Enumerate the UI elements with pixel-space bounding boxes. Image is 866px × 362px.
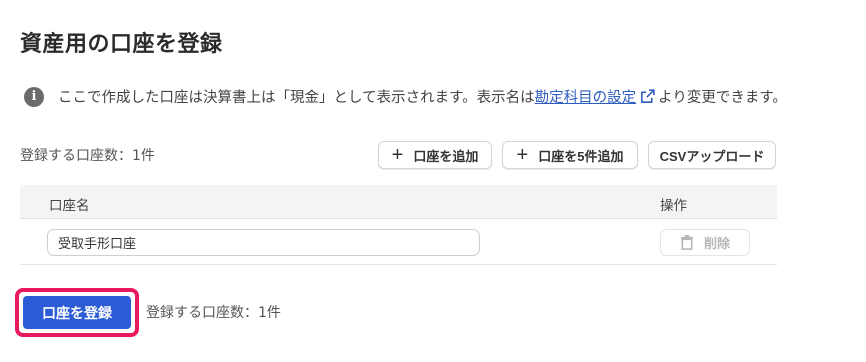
external-link-icon[interactable] bbox=[639, 88, 656, 105]
add-account-label: 口座を追加 bbox=[413, 148, 479, 164]
account-count-footer: 登録する口座数：1件 bbox=[146, 305, 281, 321]
table-header: 口座名 操作 bbox=[20, 185, 777, 219]
plus-icon: + bbox=[391, 144, 404, 166]
delete-button[interactable]: 削除 bbox=[660, 229, 750, 256]
column-header-account-name: 口座名 bbox=[49, 198, 90, 214]
notice-text-before: ここで作成した口座は決算書上は「現金」として表示されます。表示名は bbox=[58, 90, 535, 106]
account-count-label: 登録する口座数：1件 bbox=[20, 148, 155, 164]
plus-icon: + bbox=[516, 144, 529, 166]
column-header-actions: 操作 bbox=[660, 198, 687, 214]
csv-upload-label: CSVアップロード bbox=[659, 148, 765, 164]
add-five-accounts-label: 口座を5件追加 bbox=[538, 148, 624, 164]
table-row: 削除 bbox=[20, 219, 777, 265]
account-name-input[interactable] bbox=[47, 229, 480, 256]
trash-icon bbox=[680, 235, 694, 250]
register-button-highlight: 口座を登録 bbox=[15, 288, 139, 337]
page-title: 資産用の口座を登録 bbox=[20, 32, 223, 57]
notice-bar: i ここで作成した口座は決算書上は「現金」として表示されます。表示名は 勘定科目… bbox=[24, 86, 787, 107]
csv-upload-button[interactable]: CSVアップロード bbox=[648, 141, 776, 169]
add-five-accounts-button[interactable]: + 口座を5件追加 bbox=[502, 141, 638, 169]
account-settings-link[interactable]: 勘定科目の設定 bbox=[535, 86, 637, 107]
notice-text-after: より変更できます。 bbox=[658, 90, 787, 106]
add-account-button[interactable]: + 口座を追加 bbox=[378, 141, 492, 169]
info-icon: i bbox=[24, 86, 44, 107]
register-accounts-button[interactable]: 口座を登録 bbox=[23, 296, 131, 329]
delete-label: 削除 bbox=[703, 236, 730, 251]
